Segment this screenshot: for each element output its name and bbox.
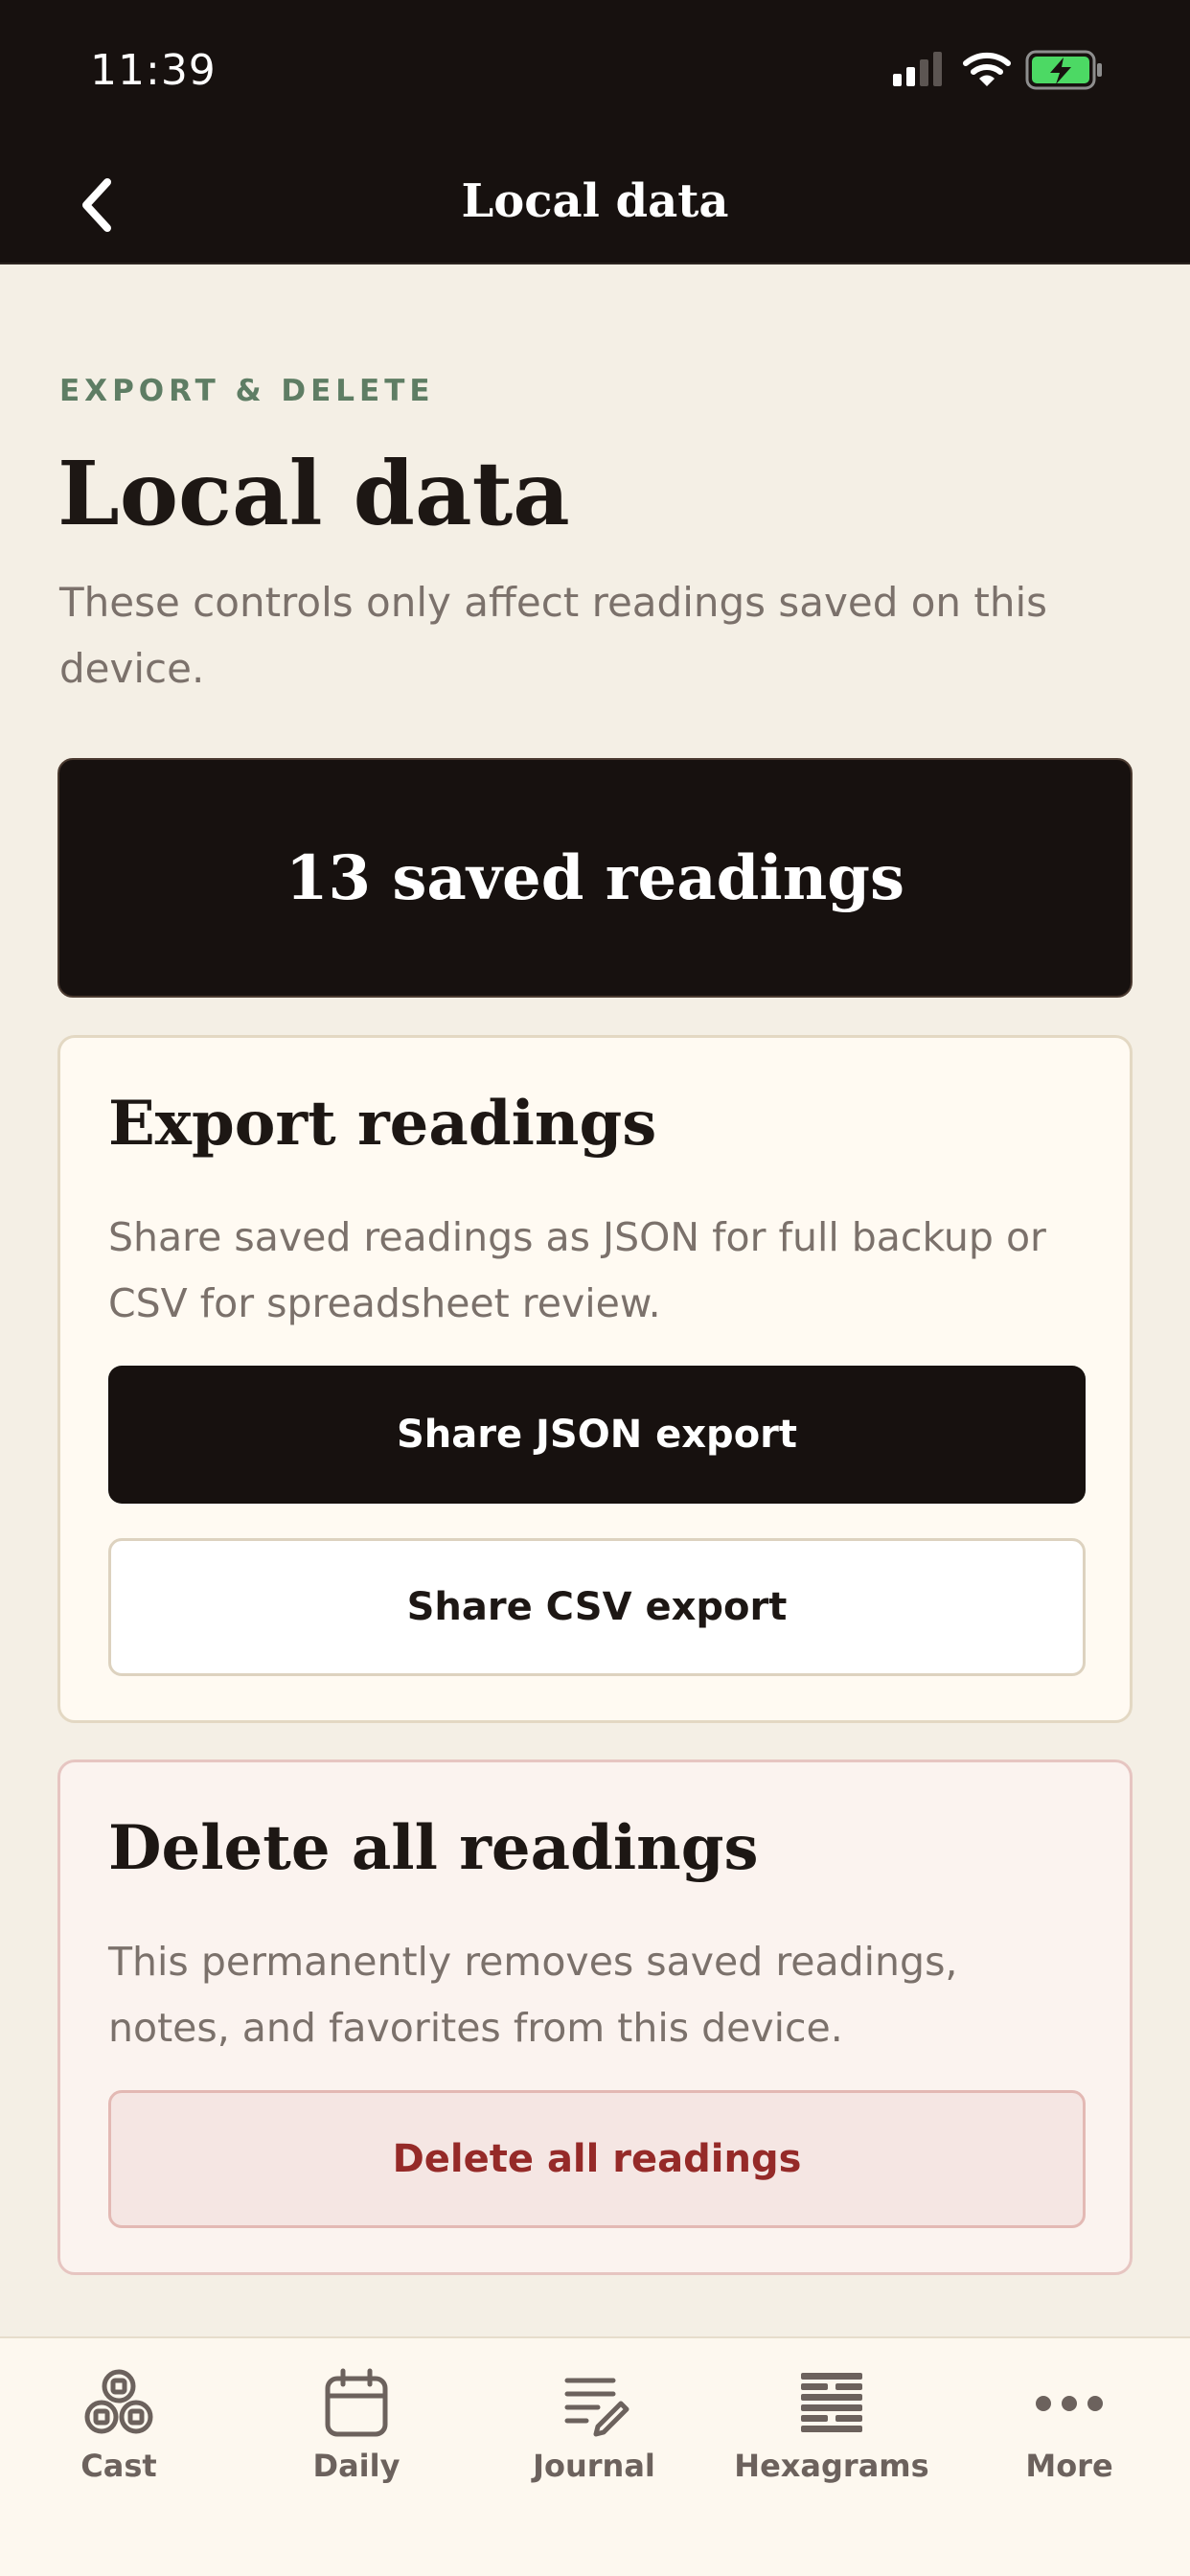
tab-journal[interactable]: Journal — [475, 2365, 713, 2509]
export-card-title: Export readings — [108, 1088, 657, 1160]
delete-card-title: Delete all readings — [108, 1812, 759, 1884]
delete-all-readings-button[interactable]: Delete all readings — [108, 2090, 1086, 2228]
wifi-icon — [963, 52, 1011, 86]
tab-label-more: More — [1025, 2448, 1113, 2484]
more-dots-icon — [1036, 2396, 1103, 2411]
calendar-icon — [325, 2368, 388, 2437]
top-bar: 11:39 Local data — [0, 0, 1190, 264]
tab-more[interactable]: More — [950, 2365, 1188, 2509]
hexagram-icon — [801, 2373, 862, 2432]
saved-readings-count: 13 saved readings — [285, 841, 905, 914]
tab-bar: Cast Daily Journal Hexagrams More — [0, 2336, 1190, 2576]
journal-pen-icon — [564, 2378, 629, 2437]
share-json-export-button[interactable]: Share JSON export — [108, 1366, 1086, 1504]
tab-label-journal: Journal — [533, 2448, 655, 2484]
header-title: Local data — [461, 174, 729, 228]
tab-cast[interactable]: Cast — [0, 2365, 238, 2509]
delete-readings-card: Delete all readings This permanently rem… — [57, 1760, 1133, 2275]
section-eyebrow: EXPORT & DELETE — [59, 374, 435, 408]
tab-label-hexagrams: Hexagrams — [734, 2448, 929, 2484]
share-csv-export-button[interactable]: Share CSV export — [108, 1538, 1086, 1676]
status-icons — [893, 48, 1142, 96]
export-card-description: Share saved readings as JSON for full ba… — [108, 1214, 1046, 1326]
battery-charging-icon — [1025, 50, 1102, 90]
tab-daily[interactable]: Daily — [238, 2365, 475, 2509]
coins-icon — [84, 2369, 153, 2434]
export-readings-card: Export readings Share saved readings as … — [57, 1035, 1133, 1723]
delete-card-description: This permanently removes saved readings,… — [108, 1939, 958, 2051]
tab-label-daily: Daily — [312, 2448, 400, 2484]
page-title: Local data — [57, 442, 570, 545]
status-time: 11:39 — [90, 46, 217, 95]
signal-icon — [893, 52, 942, 86]
tab-label-cast: Cast — [80, 2448, 157, 2484]
page-description: These controls only affect readings save… — [59, 579, 1048, 692]
tab-hexagrams[interactable]: Hexagrams — [713, 2365, 950, 2509]
saved-readings-summary: 13 saved readings — [57, 758, 1133, 998]
